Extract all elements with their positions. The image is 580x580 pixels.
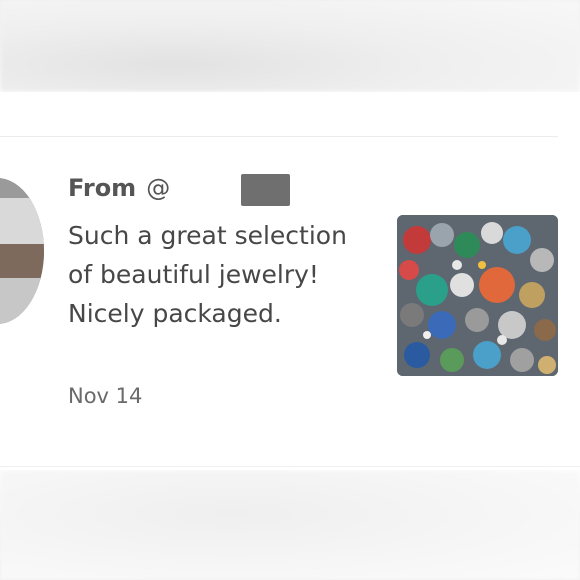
avatar[interactable] bbox=[0, 178, 44, 324]
blurred-background-bottom bbox=[0, 470, 580, 580]
review-date: Nov 14 bbox=[68, 384, 143, 408]
blurred-background-top bbox=[0, 0, 580, 92]
redacted-username bbox=[241, 174, 290, 206]
jewelry-thumbnail[interactable] bbox=[397, 215, 558, 376]
review-card: From @ Such a great selection of beautif… bbox=[0, 92, 580, 470]
jewelry-photo-image bbox=[397, 215, 558, 376]
review-author-line: From @ bbox=[68, 170, 170, 206]
username-link[interactable]: @ bbox=[146, 174, 170, 202]
divider-top bbox=[0, 136, 558, 137]
divider-bottom bbox=[0, 466, 580, 467]
from-label: From bbox=[68, 174, 137, 202]
review-message: Such a great selection of beautiful jewe… bbox=[68, 221, 347, 328]
screenshot-frame: From @ Such a great selection of beautif… bbox=[0, 0, 580, 580]
